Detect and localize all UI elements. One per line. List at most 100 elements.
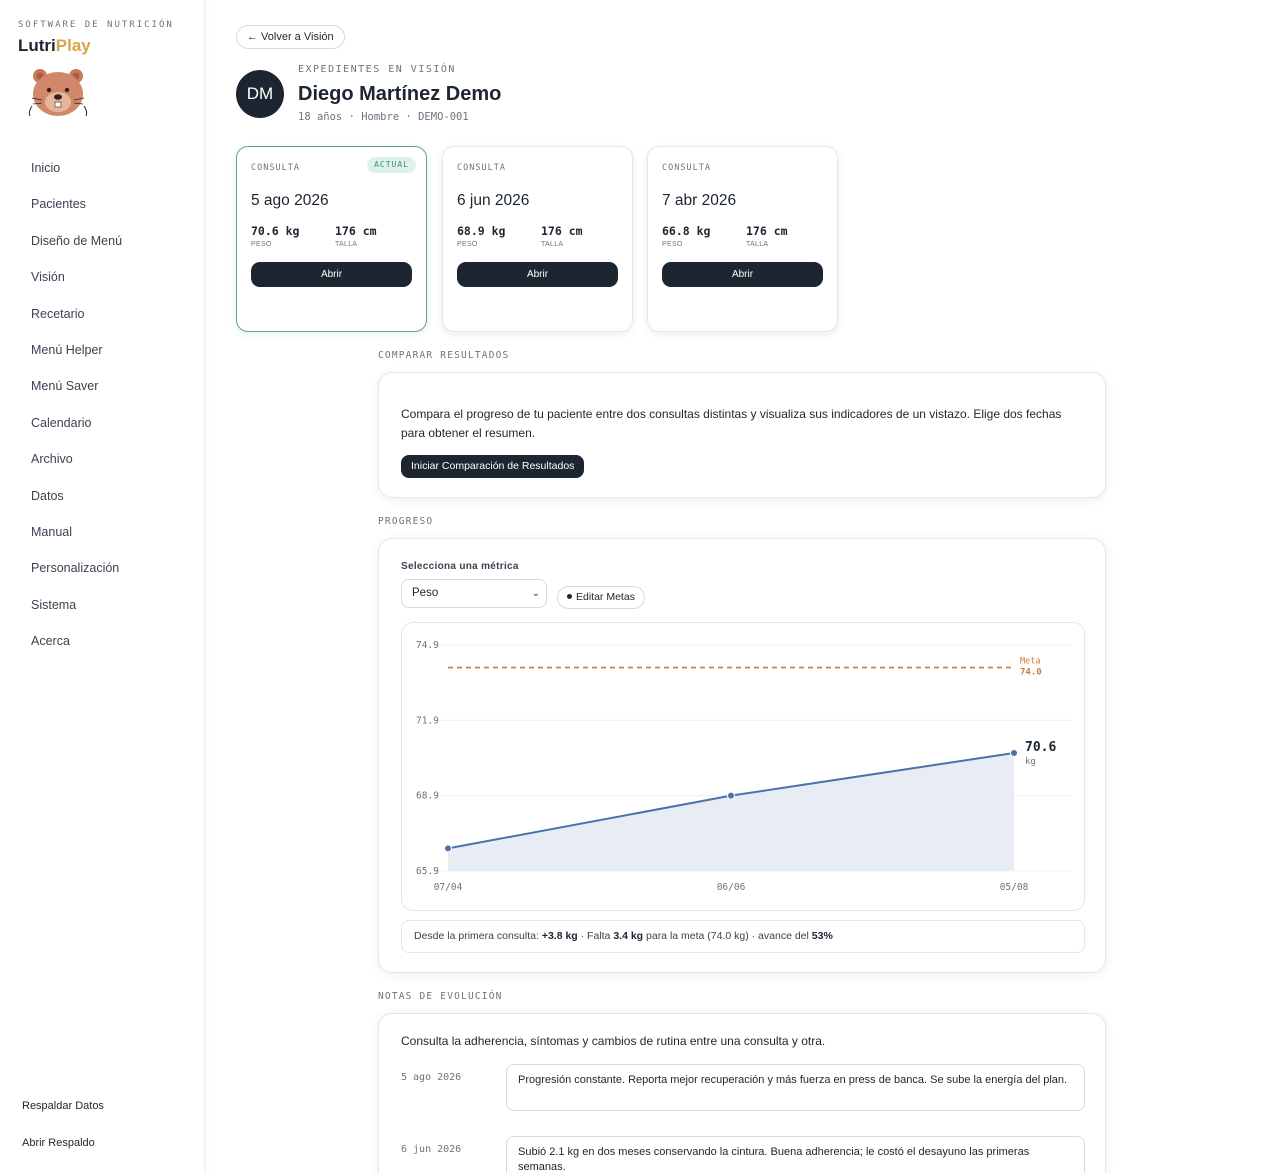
visit-weight: 70.6 kg PESO <box>251 224 299 248</box>
visit-card-eyebrow: CONSULTA <box>457 163 506 173</box>
visit-weight-value: 68.9 kg <box>457 224 506 238</box>
beaver-mascot-icon <box>28 69 88 117</box>
notes-intro: Consulta la adherencia, síntomas y cambi… <box>401 1034 826 1048</box>
visit-height: 176 cm TALLA <box>541 224 583 248</box>
visit-height-value: 176 cm <box>746 224 788 238</box>
sidebar-item-datos[interactable]: Datos <box>31 478 122 514</box>
visit-weight-value: 66.8 kg <box>662 224 711 238</box>
progress-chart-svg: 74.9 71.9 68.9 65.9 Meta74.0 07/04 06/06 05/08 7… <box>416 640 1072 893</box>
note-date: 6 jun 2026 <box>401 1144 462 1155</box>
progress-summary: Desde la primera consulta: +3.8 kg · Fal… <box>401 920 1085 953</box>
edit-goals-button[interactable]: Editar Metas <box>557 586 645 609</box>
visit-card: CONSULTA 6 jun 2026 68.9 kg PESO 176 cm … <box>442 146 633 332</box>
visit-weight: 68.9 kg PESO <box>457 224 505 248</box>
note-date: 5 ago 2026 <box>401 1072 462 1083</box>
sidebar-item-menu-saver[interactable]: Menú Saver <box>31 368 122 404</box>
open-visit-button[interactable]: Abrir <box>457 262 618 287</box>
progress-chart: 74.9 71.9 68.9 65.9 Meta 74.0 07/04 06/06 05/08 7… <box>401 622 1085 911</box>
data-point <box>1010 748 1018 757</box>
sidebar-footer: Respaldar Datos Abrir Respaldo <box>22 1094 104 1168</box>
visit-date: 5 ago 2026 <box>251 192 329 209</box>
sidebar-item-sistema[interactable]: Sistema <box>31 587 122 623</box>
visit-card: CONSULTA ACTUAL 5 ago 2026 70.6 kg PESO … <box>236 146 427 332</box>
sidebar-nav: Inicio Pacientes Diseño de Menú Visión R… <box>31 150 122 659</box>
avatar: DM <box>236 70 284 118</box>
visit-weight-label: PESO <box>662 241 683 248</box>
data-point <box>444 844 452 853</box>
visit-date: 7 abr 2026 <box>662 192 737 209</box>
visit-card-eyebrow: CONSULTA <box>251 163 300 173</box>
sidebar-item-pacientes[interactable]: Pacientes <box>31 186 122 222</box>
compare-description: Compara el progreso de tu paciente entre… <box>401 407 1062 440</box>
sidebar: SOFTWARE DE NUTRICIÓN LutriPlay Inicio P… <box>0 0 205 1173</box>
visit-card-eyebrow: CONSULTA <box>662 163 711 173</box>
visit-height: 176 cm TALLA <box>335 224 377 248</box>
summary-prefix: Desde la primera consulta: <box>414 930 542 942</box>
x-tick-label: 07/04 <box>434 882 463 893</box>
note-textarea[interactable]: Progresión constante. Reporta mejor recu… <box>506 1064 1085 1111</box>
sidebar-item-acerca[interactable]: Acerca <box>31 623 122 659</box>
visit-height-value: 176 cm <box>335 224 377 238</box>
brand-tagline: SOFTWARE DE NUTRICIÓN <box>18 20 174 30</box>
y-tick-label: 65.9 <box>416 866 439 877</box>
series-area <box>448 752 1014 871</box>
sidebar-item-calendario[interactable]: Calendario <box>31 405 122 441</box>
sidebar-item-menu-helper[interactable]: Menú Helper <box>31 332 122 368</box>
metric-select-label: Selecciona una métrica <box>401 561 519 572</box>
visit-weight-label: PESO <box>457 241 478 248</box>
compare-section-label: COMPARAR RESULTADOS <box>378 350 510 361</box>
edit-goals-label: Editar Metas <box>576 591 635 603</box>
backup-data-link[interactable]: Respaldar Datos <box>22 1094 104 1131</box>
visit-height-label: TALLA <box>335 241 358 248</box>
goal-label: Meta <box>1020 657 1040 667</box>
visit-date: 6 jun 2026 <box>457 192 530 209</box>
open-backup-link[interactable]: Abrir Respaldo <box>22 1131 104 1168</box>
summary-remaining: 3.4 kg <box>613 930 644 942</box>
start-comparison-button[interactable]: Iniciar Comparación de Resultados <box>401 455 585 478</box>
compare-panel: Compara el progreso de tu paciente entre… <box>378 372 1106 498</box>
open-visit-button[interactable]: Abrir <box>662 262 823 287</box>
patient-meta: 18 años · Hombre · DEMO-001 <box>298 111 469 123</box>
sidebar-item-personalizacion[interactable]: Personalización <box>31 550 122 586</box>
sidebar-item-manual[interactable]: Manual <box>31 514 122 550</box>
visit-weight-value: 70.6 kg <box>251 224 300 238</box>
visit-height-value: 176 cm <box>541 224 583 238</box>
sidebar-item-archivo[interactable]: Archivo <box>31 441 122 477</box>
y-tick-label: 74.9 <box>416 640 439 651</box>
sidebar-item-vision[interactable]: Visión <box>31 259 122 295</box>
summary-delta: +3.8 kg <box>541 930 578 942</box>
notes-section-label: NOTAS DE EVOLUCIÓN <box>378 991 503 1002</box>
notes-panel: Consulta la adherencia, síntomas y cambi… <box>378 1013 1106 1173</box>
visit-card: CONSULTA 7 abr 2026 66.8 kg PESO 176 cm … <box>647 146 838 332</box>
chevron-down-icon: ⌄ <box>531 588 540 599</box>
visit-weight-label: PESO <box>251 241 272 248</box>
metric-select[interactable]: Peso ⌄ <box>401 579 547 608</box>
back-to-vision-button[interactable]: ← Volver a Visión <box>236 25 345 49</box>
summary-mid2: para la meta (74.0 kg) · avance del <box>643 930 812 942</box>
sidebar-item-inicio[interactable]: Inicio <box>31 150 122 186</box>
metric-select-value: Peso <box>412 587 439 599</box>
y-tick-label: 71.9 <box>416 715 439 726</box>
x-tick-label: 05/08 <box>1000 882 1029 893</box>
progress-section-label: PROGRESO <box>378 516 434 527</box>
brand-logo-text[interactable]: LutriPlay <box>18 36 91 56</box>
summary-mid: · Falta <box>577 930 614 942</box>
note-textarea[interactable]: Subió 2.1 kg en dos meses conservando la… <box>506 1136 1085 1173</box>
goal-value-label: 74.0 <box>1020 668 1042 678</box>
sidebar-item-recetario[interactable]: Recetario <box>31 296 122 332</box>
visit-height-label: TALLA <box>746 241 769 248</box>
brand-name-part-1: Lutri <box>18 36 56 55</box>
visit-weight: 66.8 kg PESO <box>662 224 710 248</box>
visit-height-label: TALLA <box>541 241 564 248</box>
brand-name-part-2: Play <box>55 36 91 55</box>
data-point <box>727 791 735 800</box>
last-value-unit: kg <box>1025 757 1036 767</box>
dot-icon <box>567 594 572 599</box>
open-visit-button[interactable]: Abrir <box>251 262 412 287</box>
x-tick-label: 06/06 <box>717 882 746 893</box>
y-tick-label: 68.9 <box>416 791 439 802</box>
sidebar-item-diseno-de-menu[interactable]: Diseño de Menú <box>31 223 122 259</box>
progress-panel: Selecciona una métrica Peso ⌄ Editar Met… <box>378 538 1106 973</box>
last-value-label: 70.6 <box>1025 740 1056 755</box>
page-eyebrow: EXPEDIENTES EN VISIÓN <box>298 64 456 75</box>
